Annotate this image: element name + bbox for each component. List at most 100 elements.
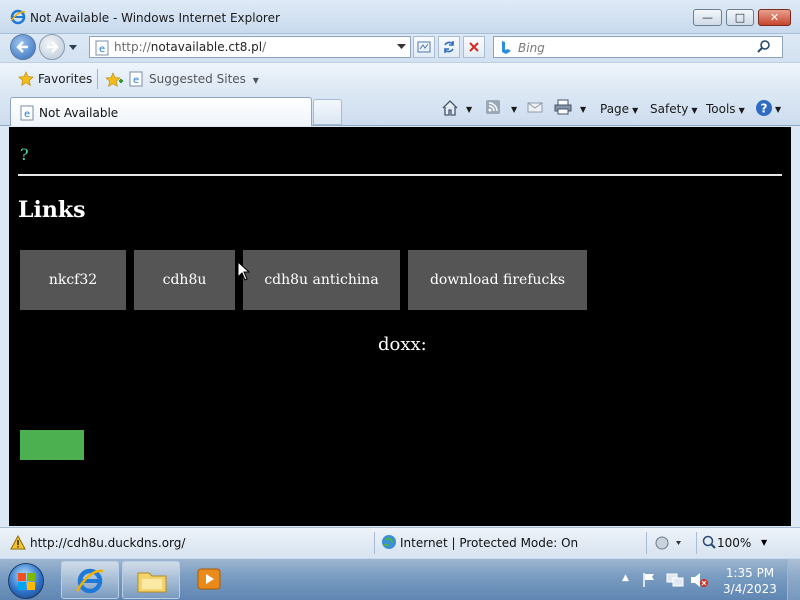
feeds-icon[interactable] — [485, 99, 501, 115]
favorites-bar: Favorites e Suggested Sites ▼ — [0, 62, 800, 94]
zoom-icon — [702, 535, 716, 549]
favorites-separator — [97, 69, 98, 89]
star-icon — [18, 71, 34, 87]
refresh-button[interactable] — [438, 36, 460, 58]
zoom-dropdown-icon[interactable]: ▼ — [761, 538, 767, 547]
compatibility-view-icon — [417, 41, 431, 53]
window-title: Not Available - Windows Internet Explore… — [30, 11, 280, 25]
suggested-dropdown-icon: ▼ — [252, 76, 259, 85]
media-player-icon — [197, 568, 221, 590]
search-icon[interactable] — [756, 40, 772, 54]
forward-button[interactable] — [39, 34, 65, 60]
page-symbol: ? — [20, 145, 29, 164]
safety-menu[interactable]: Safety ▼ — [650, 102, 698, 116]
mouse-cursor-icon — [237, 261, 251, 281]
address-bar[interactable]: e http://notavailable.ct8.pl/ — [89, 36, 411, 58]
history-dropdown-icon[interactable] — [68, 43, 78, 51]
tools-menu[interactable]: Tools ▼ — [706, 102, 745, 116]
taskbar-media-player[interactable] — [183, 561, 241, 599]
doxx-label: doxx: — [378, 334, 427, 355]
add-favorites-icon[interactable] — [105, 72, 123, 88]
stop-icon — [469, 42, 479, 52]
page-menu[interactable]: Page ▼ — [600, 102, 638, 116]
status-bar: http://cdh8u.duckdns.org/ Internet | Pro… — [0, 527, 800, 557]
print-dropdown-icon[interactable]: ▼ — [580, 105, 586, 114]
clock-date: 3/4/2023 — [723, 582, 777, 596]
back-arrow-icon — [16, 41, 28, 53]
clock[interactable]: 1:35 PM 3/4/2023 — [716, 565, 784, 597]
tab-label: Not Available — [39, 106, 119, 120]
page-dropdown-icon: ▼ — [632, 106, 639, 115]
status-separator — [374, 532, 375, 554]
tray-expand-icon[interactable]: ▲ — [622, 573, 629, 583]
windows-logo-icon — [18, 573, 35, 590]
maximize-icon: □ — [734, 11, 746, 24]
action-center-flag-icon[interactable] — [642, 572, 656, 588]
page-content: ? Links nkcf32 cdh8u cdh8u antichina dow… — [9, 127, 791, 526]
back-button[interactable] — [10, 34, 36, 60]
network-icon[interactable] — [666, 572, 684, 588]
status-separator-3 — [696, 532, 697, 554]
compatibility-view-button[interactable] — [413, 36, 435, 58]
link-button-cdh8u[interactable]: cdh8u — [134, 250, 235, 310]
link-button-nkcf32[interactable]: nkcf32 — [20, 250, 126, 310]
link-button-cdh8u-antichina[interactable]: cdh8u antichina — [243, 250, 400, 310]
green-block[interactable] — [20, 430, 84, 460]
warning-icon — [10, 535, 26, 550]
folder-icon — [137, 572, 167, 593]
svg-text:?: ? — [761, 102, 768, 116]
mail-icon[interactable] — [527, 99, 543, 115]
links-heading: Links — [18, 197, 86, 223]
svg-text:e: e — [24, 109, 30, 120]
search-placeholder: Bing — [518, 41, 545, 55]
minimize-button[interactable]: — — [693, 9, 722, 26]
show-desktop-button[interactable] — [787, 559, 800, 600]
internet-explorer-icon — [75, 568, 104, 594]
protected-mode-icon[interactable] — [655, 535, 681, 551]
favorites-button[interactable]: Favorites — [18, 71, 92, 87]
volume-muted-icon[interactable] — [690, 572, 708, 588]
print-icon[interactable] — [554, 99, 572, 115]
svg-text:e: e — [133, 75, 139, 86]
refresh-icon — [444, 41, 454, 53]
taskbar-internet-explorer[interactable] — [61, 561, 119, 599]
svg-text:e: e — [99, 44, 105, 55]
safety-dropdown-icon: ▼ — [691, 106, 698, 115]
home-dropdown-icon[interactable]: ▼ — [466, 105, 472, 114]
status-separator-2 — [646, 532, 647, 554]
search-box[interactable]: Bing — [493, 36, 783, 58]
help-icon[interactable]: ? — [755, 99, 773, 117]
help-dropdown-icon[interactable]: ▼ — [775, 105, 781, 114]
start-button[interactable] — [8, 563, 44, 599]
stop-button[interactable] — [463, 36, 485, 58]
tools-dropdown-icon: ▼ — [738, 106, 745, 115]
status-link-url: http://cdh8u.duckdns.org/ — [30, 536, 186, 550]
tab-page-icon: e — [20, 105, 34, 121]
navigation-bar: e http://notavailable.ct8.pl/ Bing — [0, 34, 800, 62]
minimize-icon: — — [702, 11, 713, 24]
feeds-dropdown-icon[interactable]: ▼ — [511, 105, 517, 114]
new-tab-button[interactable] — [313, 99, 342, 125]
bing-icon — [502, 41, 511, 54]
suggested-sites-page-icon: e — [129, 71, 143, 87]
address-url: http://notavailable.ct8.pl/ — [114, 40, 267, 54]
address-dropdown-icon[interactable] — [397, 43, 406, 50]
tab-not-available[interactable]: e Not Available — [10, 97, 312, 126]
internet-globe-icon — [382, 535, 396, 549]
security-zone[interactable]: Internet | Protected Mode: On — [400, 536, 578, 550]
close-icon: ✕ — [769, 11, 780, 24]
page-icon: e — [95, 40, 109, 56]
link-button-download-firefucks[interactable]: download firefucks — [408, 250, 587, 310]
suggested-sites-button[interactable]: e Suggested Sites ▼ — [128, 71, 259, 87]
maximize-button[interactable]: □ — [726, 9, 754, 26]
tab-bar: e Not Available ▼ ▼ ▼ Page ▼ Safety ▼ Tool… — [0, 94, 800, 126]
taskbar: ▲ 1:35 PM 3/4/2023 — [0, 558, 800, 600]
close-button[interactable]: ✕ — [758, 9, 791, 26]
forward-arrow-icon — [47, 41, 59, 53]
ie-logo-icon — [10, 9, 26, 25]
home-icon[interactable] — [441, 99, 459, 117]
zoom-level[interactable]: 100% — [717, 536, 751, 550]
title-bar: Not Available - Windows Internet Explore… — [0, 0, 800, 34]
horizontal-rule — [18, 174, 782, 176]
taskbar-windows-explorer[interactable] — [122, 561, 180, 599]
